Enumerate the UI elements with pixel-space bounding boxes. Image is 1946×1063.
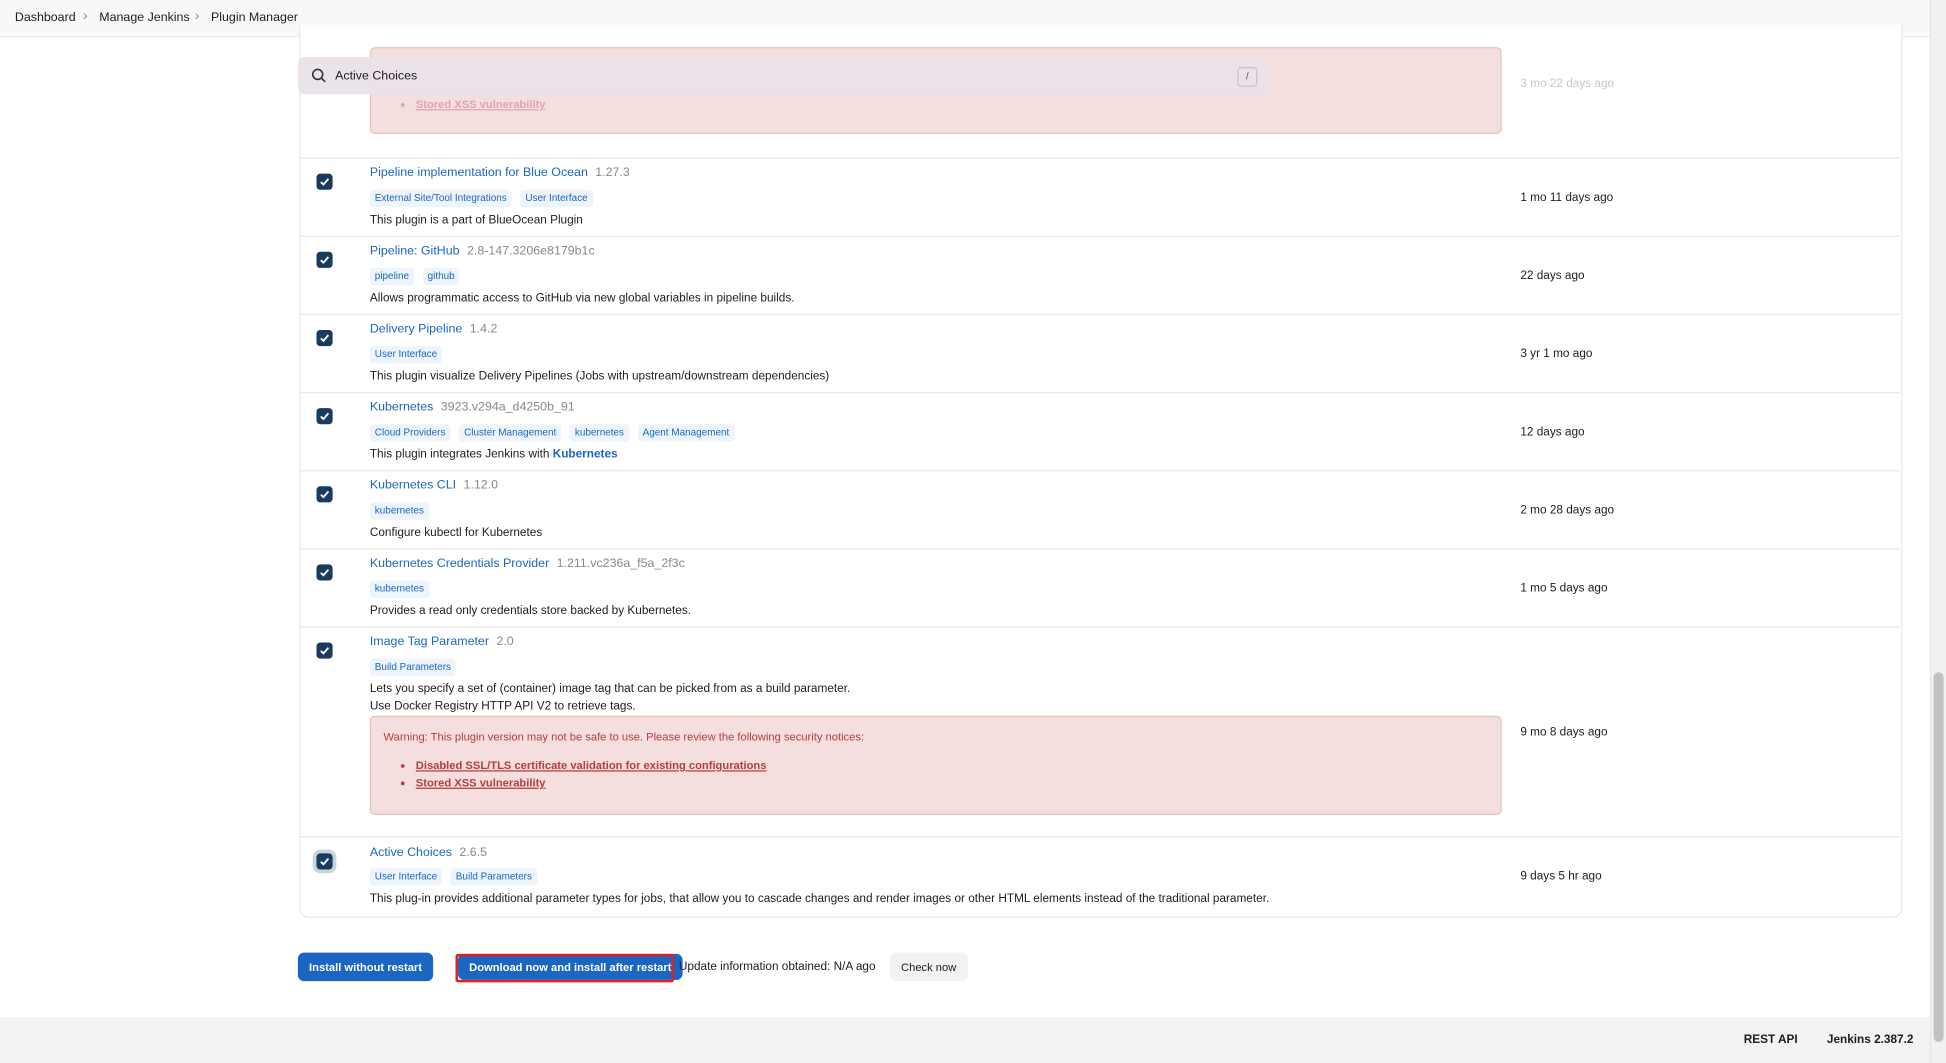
- plugin-name-link[interactable]: Kubernetes CLI 1.12.0: [370, 479, 498, 493]
- kubernetes-link[interactable]: Kubernetes: [553, 448, 618, 462]
- jenkins-version-link[interactable]: Jenkins 2.387.2: [1827, 1033, 1914, 1047]
- check-icon: [320, 256, 330, 265]
- warning-link-ssl-tls[interactable]: Disabled SSL/TLS certificate validation …: [416, 759, 767, 771]
- plugin-name-link[interactable]: Pipeline implementation for Blue Ocean 1.…: [370, 166, 630, 180]
- check-icon: [320, 568, 330, 577]
- plugin-name-link[interactable]: Delivery Pipeline 1.4.2: [370, 323, 498, 337]
- plugin-checkbox[interactable]: [316, 642, 333, 659]
- plugin-name-link[interactable]: Kubernetes 3923.v294a_d4250b_91: [370, 401, 575, 415]
- breadcrumb-dashboard[interactable]: Dashboard: [15, 11, 76, 25]
- chevron-right-icon: ›: [83, 8, 88, 24]
- released-date: 1 mo 11 days ago: [1520, 191, 1614, 205]
- scrollbar-thumb[interactable]: [1933, 672, 1944, 1042]
- plugin-tag[interactable]: External Site/Tool Integrations: [369, 189, 512, 208]
- plugin-description-line2: Use Docker Registry HTTP API V2 to retri…: [369, 699, 636, 714]
- released-date: 22 days ago: [1520, 269, 1585, 283]
- plugin-tag[interactable]: User Interface: [369, 868, 443, 886]
- warning-link[interactable]: Stored XSS vulnerability: [416, 98, 546, 110]
- breadcrumb-manage-jenkins[interactable]: Manage Jenkins: [99, 11, 189, 25]
- plugin-tag[interactable]: User Interface: [369, 346, 443, 364]
- plugin-checkbox[interactable]: [316, 173, 333, 190]
- released-date: 3 mo 22 days ago: [1520, 76, 1615, 91]
- footer: REST API Jenkins 2.387.2: [0, 1017, 1930, 1063]
- released-date: 12 days ago: [1520, 425, 1585, 440]
- check-icon: [320, 647, 330, 655]
- keyboard-shortcut-hint: /: [1237, 66, 1258, 87]
- plugin-checkbox[interactable]: [316, 853, 333, 870]
- plugin-checkbox[interactable]: [316, 251, 333, 268]
- plugin-version: 1.27.3: [595, 166, 630, 180]
- plugin-version: 1.211.vc236a_f5a_2f3c: [556, 556, 685, 571]
- check-icon: [320, 490, 330, 499]
- plugin-version: 2.8-147.3206e8179b1c: [466, 244, 595, 259]
- table-row: Image Tag Parameter 2.0 Build Parameters …: [299, 626, 1901, 837]
- update-info-text: Update information obtained: N/A ago: [678, 960, 876, 974]
- plugin-checkbox[interactable]: [316, 329, 333, 347]
- plugin-tag[interactable]: kubernetes: [369, 502, 429, 520]
- plugin-checkbox[interactable]: [316, 408, 333, 425]
- plugin-checkbox[interactable]: [316, 486, 333, 503]
- plugin-tag[interactable]: github: [422, 267, 460, 286]
- search-input[interactable]: Active Choices: [335, 69, 417, 83]
- plugin-tag[interactable]: Build Parameters: [369, 658, 456, 677]
- warning-link-stored-xss[interactable]: Stored XSS vulnerability: [416, 776, 546, 788]
- table-row: Delivery Pipeline 1.4.2 User Interface Th…: [299, 313, 1901, 393]
- plugin-name-link[interactable]: Active Choices 2.6.5: [370, 846, 487, 860]
- plugin-name-link[interactable]: Image Tag Parameter 2.0: [370, 635, 514, 649]
- plugin-tag[interactable]: Agent Management: [637, 424, 735, 442]
- released-date: 9 days 5 hr ago: [1520, 869, 1602, 884]
- breadcrumb-plugin-manager[interactable]: Plugin Manager: [211, 11, 298, 25]
- released-date: 1 mo 5 days ago: [1520, 581, 1608, 596]
- table-row: Kubernetes CLI 1.12.0 kubernetes Configur…: [299, 470, 1901, 549]
- search-icon: [311, 68, 326, 83]
- plugin-tag[interactable]: User Interface: [520, 189, 593, 208]
- check-now-button[interactable]: Check now: [889, 952, 968, 982]
- search-bar[interactable]: Active Choices /: [297, 57, 1270, 95]
- released-date: 2 mo 28 days ago: [1520, 503, 1615, 518]
- table-row: Kubernetes 3923.v294a_d4250b_91 Cloud Pro…: [299, 391, 1901, 471]
- plugin-description: Configure kubectl for Kubernetes: [369, 525, 543, 540]
- plugin-description: Provides a read only credentials store b…: [369, 604, 692, 618]
- warning-title: Warning: This plugin version may not be …: [383, 730, 865, 743]
- table-row: Pipeline implementation for Blue Ocean 1.…: [299, 157, 1901, 237]
- table-row: Pipeline: GitHub 2.8-147.3206e8179b1c pip…: [299, 235, 1901, 315]
- plugin-checkbox[interactable]: [316, 564, 333, 581]
- check-icon: [320, 857, 330, 866]
- plugin-description: Lets you specify a set of (container) im…: [369, 682, 851, 696]
- plugin-version: 3923.v294a_d4250b_91: [440, 400, 575, 415]
- plugin-tag[interactable]: Build Parameters: [450, 868, 537, 886]
- plugin-version: 1.12.0: [463, 478, 499, 493]
- plugin-description: Allows programmatic access to GitHub via…: [369, 291, 795, 306]
- plugin-tag[interactable]: pipeline: [369, 267, 415, 286]
- plugin-tag[interactable]: kubernetes: [369, 580, 429, 598]
- check-icon: [320, 412, 330, 421]
- chevron-right-icon: ›: [194, 8, 200, 24]
- table-row: Kubernetes Credentials Provider 1.211.vc2…: [299, 548, 1901, 627]
- security-warning-box: Warning: This plugin version may not be …: [369, 715, 1502, 815]
- plugin-description: This plugin integrates Jenkins with Kube…: [369, 447, 618, 462]
- plugin-description: This plugin visualize Delivery Pipelines…: [369, 369, 830, 384]
- plugin-description: This plug-in provides additional paramet…: [369, 891, 1270, 906]
- highlight-outline: [455, 953, 674, 983]
- plugin-tag[interactable]: Cluster Management: [459, 424, 562, 442]
- plugin-tag[interactable]: kubernetes: [569, 424, 629, 442]
- plugin-version: 2.0: [496, 635, 514, 649]
- plugin-name-link[interactable]: Pipeline: GitHub 2.8-147.3206e8179b1c: [370, 244, 595, 258]
- plugin-version: 2.6.5: [459, 845, 487, 860]
- check-icon: [320, 178, 330, 186]
- install-without-restart-button[interactable]: Install without restart: [297, 952, 434, 982]
- plugin-version: 1.4.2: [469, 322, 498, 337]
- check-icon: [320, 334, 330, 343]
- plugin-description: This plugin is a part of BlueOcean Plugi…: [369, 213, 583, 227]
- released-date: 3 yr 1 mo ago: [1520, 347, 1593, 361]
- rest-api-link[interactable]: REST API: [1744, 1033, 1798, 1047]
- released-date: 9 mo 8 days ago: [1520, 725, 1608, 740]
- page-scrollbar[interactable]: [1929, 0, 1946, 1063]
- plugin-name-link[interactable]: Kubernetes Credentials Provider 1.211.vc2…: [370, 557, 685, 571]
- plugin-tag[interactable]: Cloud Providers: [369, 424, 451, 442]
- table-row: Active Choices 2.6.5 User Interface Build…: [299, 836, 1901, 917]
